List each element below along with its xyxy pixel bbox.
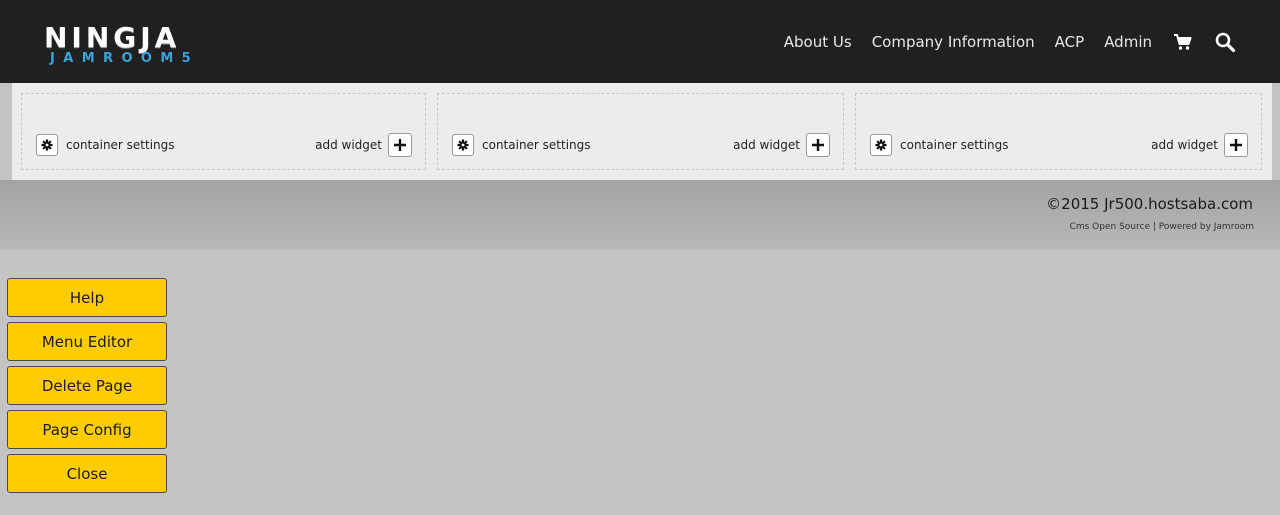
container-settings-label: container settings: [482, 138, 591, 152]
add-widget-label: add widget: [1151, 138, 1218, 152]
page-editor-buttons: Help Menu Editor Delete Page Page Config…: [7, 278, 167, 498]
plus-icon[interactable]: [388, 133, 412, 157]
gear-icon[interactable]: [870, 134, 892, 156]
add-widget-button[interactable]: add widget: [315, 133, 412, 157]
container-settings-label: container settings: [900, 138, 1009, 152]
widget-container-3: container settings add widget: [855, 93, 1262, 170]
logo-sub-text: JAMROOM5: [50, 51, 200, 66]
add-widget-label: add widget: [733, 138, 800, 152]
delete-page-button[interactable]: Delete Page: [7, 366, 167, 405]
top-navigation-bar: NINGJA JAMROOM5 About Us Company Informa…: [0, 0, 1280, 83]
main-nav: About Us Company Information ACP Admin: [764, 27, 1236, 57]
widget-container-2: container settings add widget: [437, 93, 844, 170]
add-widget-button[interactable]: add widget: [1151, 133, 1248, 157]
logo-main-text: NINGJA: [44, 21, 181, 54]
gear-icon[interactable]: [452, 134, 474, 156]
nav-about-us[interactable]: About Us: [784, 27, 852, 57]
widget-container-1: container settings add widget: [21, 93, 426, 170]
search-icon[interactable]: [1214, 31, 1236, 53]
container-settings-button[interactable]: container settings: [36, 134, 175, 156]
site-logo[interactable]: NINGJA JAMROOM5: [44, 22, 224, 68]
nav-admin[interactable]: Admin: [1104, 27, 1152, 57]
widget-container-row: container settings add widget container …: [12, 83, 1272, 180]
close-button[interactable]: Close: [7, 454, 167, 493]
add-widget-button[interactable]: add widget: [733, 133, 830, 157]
container-settings-button[interactable]: container settings: [452, 134, 591, 156]
nav-acp[interactable]: ACP: [1055, 27, 1085, 57]
powered-by-link[interactable]: Cms Open Source | Powered by Jamroom: [1070, 222, 1254, 232]
plus-icon[interactable]: [806, 133, 830, 157]
cart-icon[interactable]: [1172, 31, 1194, 53]
container-settings-button[interactable]: container settings: [870, 134, 1009, 156]
plus-icon[interactable]: [1224, 133, 1248, 157]
site-footer: ©2015 Jr500.hostsaba.com Cms Open Source…: [0, 180, 1280, 250]
nav-company-information[interactable]: Company Information: [872, 27, 1035, 57]
copyright-text: ©2015 Jr500.hostsaba.com: [1046, 195, 1253, 213]
page-config-button[interactable]: Page Config: [7, 410, 167, 449]
help-button[interactable]: Help: [7, 278, 167, 317]
menu-editor-button[interactable]: Menu Editor: [7, 322, 167, 361]
gear-icon[interactable]: [36, 134, 58, 156]
container-settings-label: container settings: [66, 138, 175, 152]
add-widget-label: add widget: [315, 138, 382, 152]
